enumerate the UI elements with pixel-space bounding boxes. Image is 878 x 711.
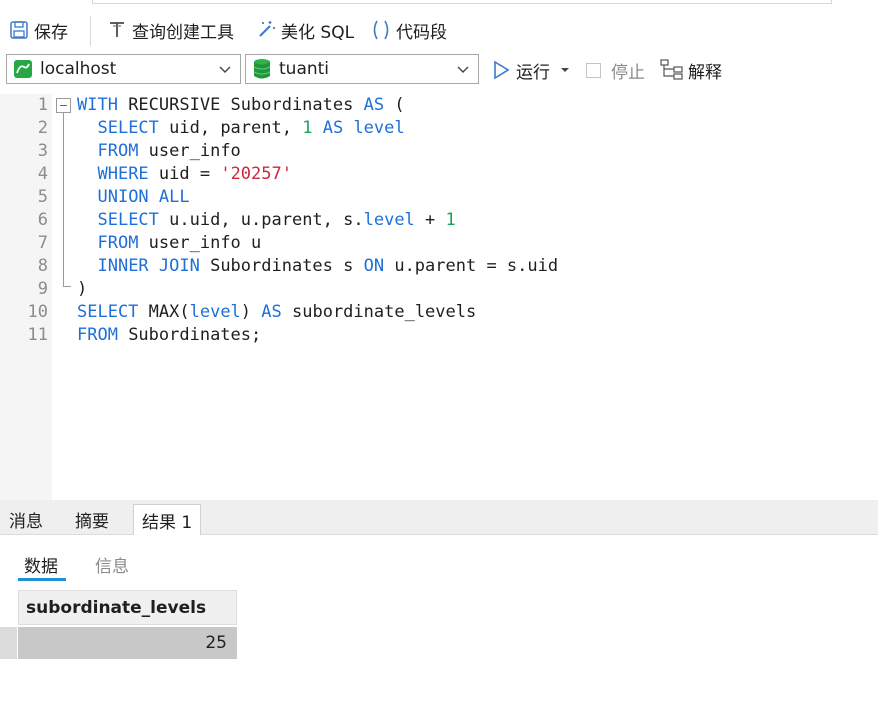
line-number: 6 bbox=[37, 210, 48, 230]
result-panel: 消息 摘要 结果 1 数据 信息 subordinate_levels 25 bbox=[0, 500, 878, 711]
code-line[interactable]: SELECT u.uid, u.parent, s.level + 1 bbox=[77, 210, 455, 230]
tab-messages[interactable]: 消息 bbox=[1, 504, 51, 534]
run-dropdown-icon[interactable] bbox=[560, 65, 570, 75]
line-number: 4 bbox=[37, 164, 48, 184]
save-icon bbox=[8, 19, 30, 41]
connection-select[interactable]: localhost bbox=[6, 54, 241, 84]
active-subtab-indicator bbox=[18, 578, 66, 581]
magic-wand-icon bbox=[255, 19, 277, 41]
explain-label: 解释 bbox=[688, 62, 722, 83]
tab-result-1[interactable]: 结果 1 bbox=[133, 504, 202, 535]
run-label: 运行 bbox=[516, 62, 550, 83]
line-number: 7 bbox=[37, 233, 48, 253]
line-number: 11 bbox=[27, 325, 48, 345]
code-line[interactable]: FROM user_info bbox=[77, 141, 240, 161]
query-builder-button[interactable]: 查询创建工具 bbox=[106, 18, 234, 43]
code-line[interactable]: FROM Subordinates; bbox=[77, 325, 261, 345]
result-subtabs: 数据 信息 bbox=[0, 535, 878, 587]
run-button[interactable]: 运行 bbox=[492, 58, 570, 83]
fold-guide bbox=[63, 113, 64, 286]
line-number: 10 bbox=[27, 302, 48, 322]
database-icon bbox=[251, 58, 273, 80]
line-number: 3 bbox=[37, 141, 48, 161]
toolbar-divider bbox=[90, 16, 91, 46]
database-select[interactable]: tuanti bbox=[245, 54, 479, 84]
code-line[interactable]: WHERE uid = '20257' bbox=[77, 164, 292, 184]
code-snippet-label: 代码段 bbox=[396, 22, 447, 43]
subtab-info[interactable]: 信息 bbox=[95, 552, 129, 577]
connection-value: localhost bbox=[40, 59, 117, 79]
tab-summary[interactable]: 摘要 bbox=[67, 504, 117, 534]
code-line[interactable]: WITH RECURSIVE Subordinates AS ( bbox=[77, 95, 405, 115]
stop-icon bbox=[586, 62, 601, 78]
result-tab-bar: 消息 摘要 结果 1 bbox=[0, 500, 878, 535]
line-number: 5 bbox=[37, 187, 48, 207]
database-value: tuanti bbox=[279, 59, 330, 79]
line-number: 2 bbox=[37, 118, 48, 138]
mysql-connection-icon bbox=[12, 58, 34, 80]
line-number: 9 bbox=[37, 279, 48, 299]
row-selector[interactable] bbox=[0, 627, 17, 659]
save-button[interactable]: 保存 bbox=[8, 18, 68, 43]
query-builder-icon bbox=[106, 19, 128, 41]
top-strip bbox=[0, 0, 878, 4]
line-number-gutter: 1 2 3 4 5 6 7 8 9 10 11 bbox=[0, 94, 52, 500]
stop-button[interactable]: 停止 bbox=[586, 58, 645, 83]
parentheses-icon bbox=[370, 19, 392, 41]
chevron-down-icon bbox=[456, 61, 470, 81]
fold-toggle-icon[interactable] bbox=[56, 98, 71, 113]
code-line[interactable]: ) bbox=[77, 279, 87, 299]
fold-guide-end bbox=[63, 286, 71, 287]
sql-editor[interactable]: 1 2 3 4 5 6 7 8 9 10 11 WITH RECURSIVE S… bbox=[0, 94, 878, 500]
code-line[interactable]: SELECT uid, parent, 1 AS level bbox=[77, 118, 404, 138]
subtab-data[interactable]: 数据 bbox=[24, 552, 58, 577]
code-line[interactable]: UNION ALL bbox=[77, 187, 189, 207]
explain-icon bbox=[660, 59, 684, 81]
beautify-sql-label: 美化 SQL bbox=[281, 22, 355, 43]
code-line[interactable]: SELECT MAX(level) AS subordinate_levels bbox=[77, 302, 476, 322]
explain-button[interactable]: 解释 bbox=[660, 58, 722, 83]
main-toolbar: 保存 查询创建工具 美化 SQL 代码段 bbox=[0, 8, 878, 52]
line-number: 8 bbox=[37, 256, 48, 276]
code-snippet-button[interactable]: 代码段 bbox=[370, 18, 447, 43]
code-line[interactable]: INNER JOIN Subordinates s ON u.parent = … bbox=[77, 256, 558, 276]
result-cell[interactable]: 25 bbox=[18, 627, 237, 659]
query-builder-label: 查询创建工具 bbox=[132, 22, 234, 43]
line-number: 1 bbox=[37, 95, 48, 115]
result-grid: subordinate_levels 25 bbox=[0, 587, 878, 711]
column-header-subordinate-levels[interactable]: subordinate_levels bbox=[18, 590, 237, 625]
chevron-down-icon bbox=[218, 61, 232, 81]
play-icon bbox=[492, 60, 510, 80]
save-label: 保存 bbox=[34, 22, 68, 43]
beautify-sql-button[interactable]: 美化 SQL bbox=[255, 18, 355, 43]
code-line[interactable]: FROM user_info u bbox=[77, 233, 261, 253]
stop-label: 停止 bbox=[611, 62, 645, 83]
